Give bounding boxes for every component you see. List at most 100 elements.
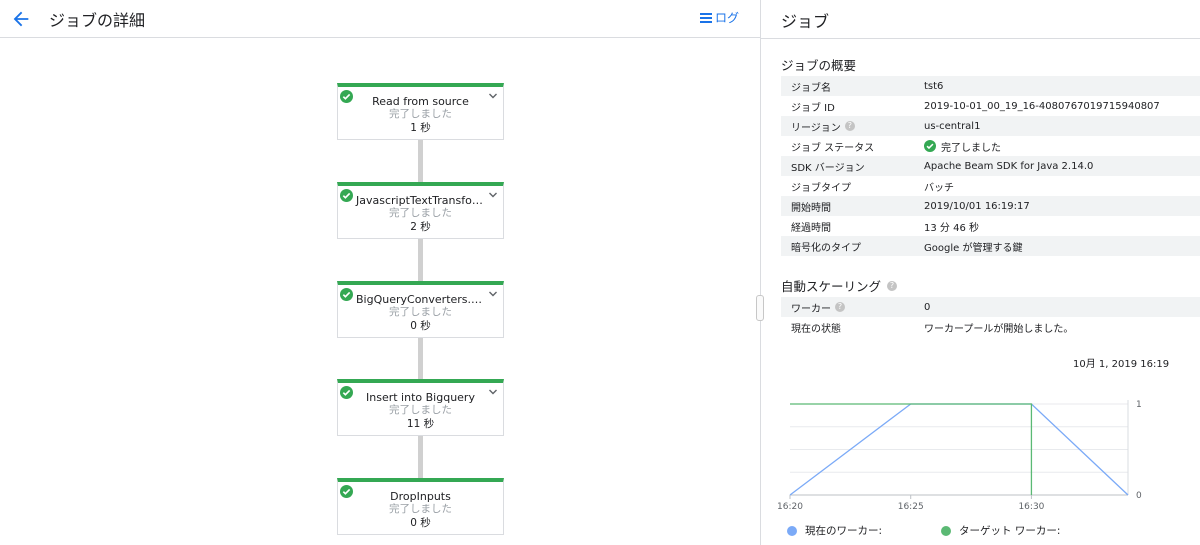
summary-key: 経過時間 [791, 222, 831, 234]
step-status: 完了しました [389, 404, 452, 416]
check-circle-icon [340, 288, 353, 301]
summary-value: us-central1 [924, 120, 981, 132]
graph-edge [418, 138, 423, 183]
summary-row: ジョブ ID 2019-10-01_00_19_16-4080767019715… [781, 96, 1200, 116]
chevron-down-icon[interactable] [488, 289, 498, 299]
summary-key: ジョブタイプ [791, 182, 851, 194]
summary-key: 開始時間 [791, 202, 831, 214]
summary-row: ジョブタイプ バッチ [781, 176, 1200, 196]
autoscaling-section-title-row: 自動スケーリング ? [781, 276, 898, 295]
step-status: 完了しました [389, 503, 452, 515]
graph-edge [418, 336, 423, 380]
summary-value: Google が管理する鍵 [924, 242, 1023, 254]
summary-key: ジョブ ID [791, 102, 835, 114]
summary-row: リージョン ? us-central1 [781, 116, 1200, 136]
page-title: ジョブの詳細 [49, 11, 146, 30]
chevron-down-icon[interactable] [488, 91, 498, 101]
autoscaling-table: ワーカー ? 0 現在の状態 ワーカープールが開始しました。 [781, 297, 1200, 337]
panel-header-divider [761, 38, 1200, 39]
chevron-down-icon[interactable] [488, 387, 498, 397]
pipeline-step[interactable]: Read from source 完了しました 1 秒 [337, 83, 504, 140]
pipeline-step[interactable]: BigQueryConverters.Jso… 完了しました 0 秒 [337, 281, 504, 338]
summary-key: リージョン [791, 122, 841, 134]
chevron-down-icon[interactable] [488, 190, 498, 200]
summary-value: 2019/10/01 16:19:17 [924, 200, 1030, 212]
chart-x-tick-label: 16:30 [1018, 502, 1044, 512]
summary-value-cell: 完了しました [924, 139, 1001, 154]
step-duration: 11 秒 [406, 418, 435, 430]
autoscaling-section-title: 自動スケーリング [781, 279, 882, 294]
autoscaling-chart: 16:20 16:25 16:30 0 1 [777, 400, 1142, 512]
log-button[interactable]: ログ [700, 9, 739, 26]
help-icon[interactable]: ? [887, 280, 898, 291]
autoscaling-key: 現在の状態 [791, 323, 841, 335]
legend-target[interactable]: ターゲット ワーカー: [941, 523, 1060, 538]
summary-row: 暗号化のタイプ Google が管理する鍵 [781, 236, 1200, 256]
summary-key: ジョブ ステータス [791, 142, 875, 154]
autoscaling-value: ワーカープールが開始しました。 [924, 323, 1074, 335]
summary-key-cell: リージョン ? [781, 119, 924, 134]
legend-current-dot [787, 525, 797, 536]
check-circle-icon [340, 386, 353, 399]
check-circle-icon [340, 90, 353, 103]
step-status: 完了しました [389, 108, 452, 120]
summary-key: SDK バージョン [791, 162, 865, 174]
autoscaling-key: ワーカー [791, 303, 831, 315]
top-bar: ジョブの詳細 ログ [0, 0, 760, 38]
summary-value: バッチ [924, 182, 954, 194]
job-status-value: 完了しました [941, 142, 1001, 154]
chart-timestamp: 10月 1, 2019 16:19 [1073, 359, 1170, 370]
step-name: Insert into Bigquery [366, 391, 475, 404]
legend-target-dot [941, 525, 951, 536]
step-name: Read from source [372, 95, 469, 108]
summary-value: tst6 [924, 80, 944, 92]
legend-current-label: 現在のワーカー: [805, 525, 883, 537]
back-arrow-icon[interactable] [10, 8, 32, 30]
chart-y-tick-label: 1 [1136, 400, 1142, 410]
legend-target-label: ターゲット ワーカー: [959, 525, 1061, 537]
summary-key: ジョブ名 [791, 82, 831, 94]
step-duration: 1 秒 [410, 122, 431, 134]
graph-canvas: Read from source 完了しました 1 秒 JavascriptTe… [0, 39, 760, 545]
pipeline-step[interactable]: DropInputs 完了しました 0 秒 [337, 478, 504, 535]
step-duration: 0 秒 [410, 517, 431, 529]
pipeline-step[interactable]: JavascriptTextTransfor… 完了しました 2 秒 [337, 182, 504, 239]
step-status: 完了しました [389, 306, 452, 318]
panel-title: ジョブ [781, 12, 830, 31]
chart-x-tick-label: 16:20 [777, 502, 803, 512]
summary-row: 開始時間 2019/10/01 16:19:17 [781, 196, 1200, 216]
summary-row: ジョブ名 tst6 [781, 76, 1200, 96]
log-button-label: ログ [715, 11, 740, 25]
step-name: BigQueryConverters.Jso… [356, 293, 498, 306]
autoscaling-row: ワーカー ? 0 [781, 297, 1200, 317]
graph-edge [418, 434, 423, 479]
job-graph-panel: ジョブの詳細 ログ Read from source 完了しました 1 秒 Ja… [0, 0, 760, 545]
step-status: 完了しました [389, 207, 452, 219]
legend-current[interactable]: 現在のワーカー: [787, 523, 882, 538]
step-duration: 2 秒 [410, 221, 431, 233]
pipeline-step[interactable]: Insert into Bigquery 完了しました 11 秒 [337, 379, 504, 436]
graph-edge [418, 237, 423, 282]
job-summary-table: ジョブ名 tst6 ジョブ ID 2019-10-01_00_19_16-408… [781, 76, 1200, 256]
step-name: DropInputs [390, 490, 451, 503]
summary-key: 暗号化のタイプ [791, 242, 861, 254]
help-icon[interactable]: ? [844, 121, 855, 131]
summary-value: Apache Beam SDK for Java 2.14.0 [924, 160, 1094, 172]
summary-value: 13 分 46 秒 [924, 222, 979, 234]
check-circle-icon [340, 189, 353, 202]
step-duration: 0 秒 [410, 320, 431, 332]
autoscaling-row: 現在の状態 ワーカープールが開始しました。 [781, 317, 1200, 337]
autoscaling-value: 0 [924, 301, 931, 313]
summary-row: ジョブ ステータス 完了しました [781, 136, 1200, 156]
summary-section-title: ジョブの概要 [781, 58, 857, 73]
summary-row: SDK バージョン Apache Beam SDK for Java 2.14.… [781, 156, 1200, 176]
chart-y-tick-label: 0 [1136, 491, 1142, 501]
summary-value: 2019-10-01_00_19_16-4080767019715940807 [924, 100, 1160, 112]
job-info-panel: ジョブ ジョブの概要 ジョブ名 tst6 ジョブ ID 2019-10-01_0… [761, 0, 1200, 545]
help-icon[interactable]: ? [835, 302, 845, 312]
summary-row: 経過時間 13 分 46 秒 [781, 216, 1200, 236]
autoscaling-key-cell: ワーカー ? [781, 300, 924, 315]
list-icon [700, 12, 712, 23]
check-circle-icon [340, 485, 353, 498]
check-circle-icon [924, 140, 936, 152]
